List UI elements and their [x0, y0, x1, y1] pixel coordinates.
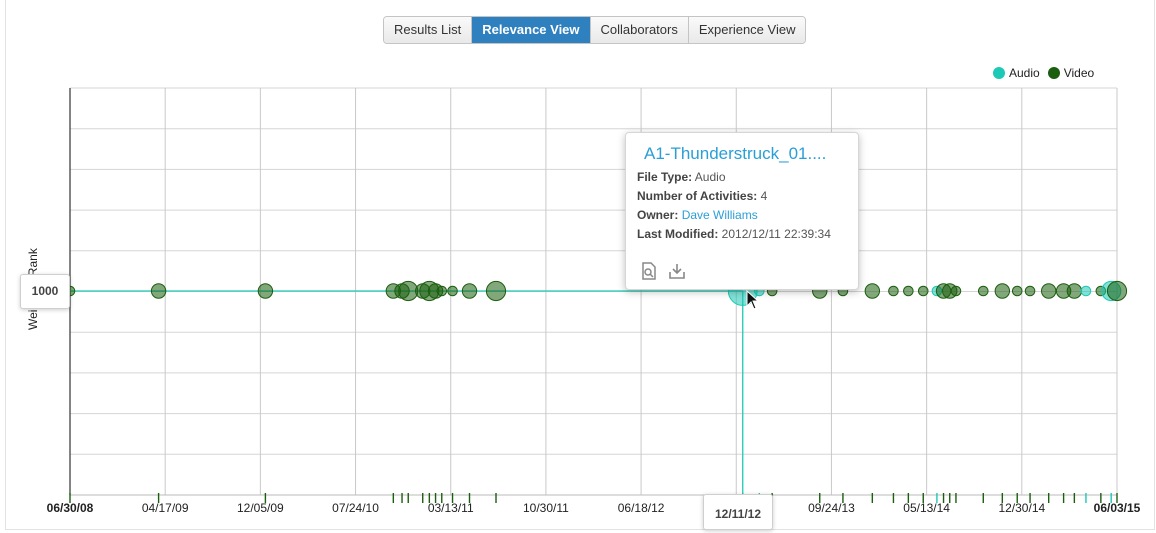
download-icon[interactable] — [668, 262, 686, 285]
owner-row: Owner: Dave Williams — [637, 208, 758, 222]
file-type-label: File Type: — [637, 170, 693, 184]
video-point — [257, 283, 274, 299]
modified-label: Last Modified: — [637, 227, 719, 241]
video-point — [994, 283, 1011, 299]
x-tick-label: 10/30/11 — [523, 501, 569, 515]
y-crosshair-value: 1000 — [20, 274, 70, 309]
video-point — [864, 283, 881, 299]
activities-row: Number of Activities: 4 — [637, 189, 767, 203]
activities-value: 4 — [760, 189, 768, 203]
video-point — [150, 283, 167, 299]
video-point — [1106, 280, 1128, 302]
file-type-row: File Type: Audio — [637, 170, 726, 184]
mouse-pointer-icon — [746, 289, 760, 315]
video-point — [1011, 285, 1023, 297]
video-point — [485, 280, 507, 302]
video-point — [977, 285, 989, 297]
file-title-link[interactable]: A1-Thunderstruck_01.... — [644, 144, 844, 164]
x-tick-label: 06/18/12 — [618, 501, 665, 515]
scatter-chart: 06/30/08 04/17/09 12/05/09 07/24/10 03/13/11… — [47, 87, 1141, 515]
video-point — [917, 285, 929, 297]
video-point — [447, 285, 458, 297]
x-tick-label: 06/30/08 — [47, 501, 94, 515]
file-type-value: Audio — [694, 170, 726, 184]
preview-icon[interactable] — [640, 262, 658, 285]
video-point — [461, 283, 478, 299]
modified-row: Last Modified: 2012/12/11 22:39:34 — [637, 227, 831, 241]
video-point — [903, 285, 914, 297]
x-crosshair-value: 12/11/12 — [703, 494, 773, 530]
x-tick-label: 12/30/14 — [998, 501, 1045, 515]
owner-link[interactable]: Dave Williams — [682, 208, 758, 222]
video-point — [436, 285, 448, 297]
owner-label: Owner: — [637, 208, 679, 222]
video-point — [950, 285, 962, 297]
video-point — [1040, 283, 1057, 299]
x-tick-label: 04/17/09 — [142, 501, 189, 515]
x-tick-label: 07/24/10 — [332, 501, 379, 515]
audio-point — [1080, 285, 1092, 297]
x-tick-label: 05/13/14 — [903, 501, 950, 515]
video-point — [398, 280, 419, 302]
x-tick-label: 06/03/15 — [1094, 501, 1141, 515]
x-tick-label: 12/05/09 — [237, 501, 284, 515]
file-tooltip: A1-Thunderstruck_01.... File Type: Audio… — [625, 132, 859, 290]
video-point — [1066, 283, 1083, 299]
modified-value: 2012/12/11 22:39:34 — [721, 227, 831, 241]
activities-label: Number of Activities: — [637, 189, 758, 203]
video-point — [1024, 285, 1036, 297]
video-point — [888, 285, 899, 297]
x-tick-label: 03/13/11 — [428, 501, 474, 515]
x-tick-label: 09/24/13 — [808, 501, 855, 515]
tooltip-actions — [640, 262, 696, 285]
